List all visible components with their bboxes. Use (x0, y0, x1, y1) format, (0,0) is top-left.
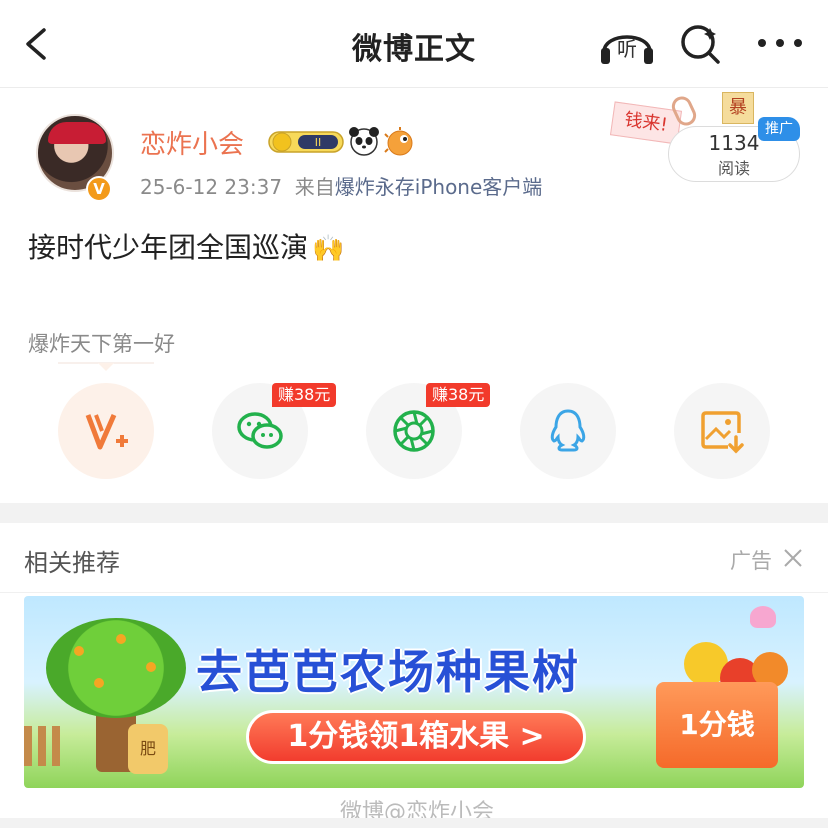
panda-icon[interactable] (348, 125, 380, 157)
pufferfish-icon[interactable] (384, 127, 416, 157)
fruit-box: 1分钱 (656, 682, 778, 768)
v-plus-icon (85, 413, 128, 450)
save-image-button[interactable] (674, 383, 770, 479)
banner-cta-button[interactable]: 1分钱领1箱水果 > (246, 710, 586, 764)
verified-badge: V (86, 176, 112, 202)
topic-label[interactable]: 爆炸天下第一好 (28, 328, 175, 358)
svg-text:II: II (315, 136, 322, 149)
fence-graphic (24, 726, 64, 766)
earn-badge-wechat: 赚38元 (272, 383, 337, 407)
butterfly-icon (750, 606, 776, 628)
source-client-link[interactable]: 爆炸永存iPhone客户端 (335, 175, 543, 199)
qq-icon (550, 409, 586, 452)
username[interactable]: 恋炸小会 (140, 124, 244, 161)
fruit-dot (146, 662, 156, 672)
more-options-icon[interactable] (756, 28, 804, 58)
bao-sticker: 暴 (722, 92, 754, 124)
banner-headline: 去芭芭农场种果树 (196, 645, 580, 699)
post-text: 接时代少年团全国巡演 (28, 231, 309, 264)
save-image-icon (701, 411, 744, 454)
fertilizer-bag: 肥 (128, 724, 168, 774)
promote-tag[interactable]: 推广 (758, 117, 800, 141)
related-title: 相关推荐 (24, 549, 120, 577)
raised-hands-emoji: 🙌 (312, 234, 345, 264)
ad-banner[interactable]: 肥 去芭芭农场种果树 1分钱领1箱水果 > 1分钱 (24, 596, 804, 788)
fruit-tree-graphic (46, 618, 186, 718)
read-label: 阅读 (717, 159, 750, 178)
repost-v-button[interactable] (58, 383, 154, 479)
from-prefix: 来自 (294, 175, 335, 199)
ad-label: 广告 (730, 549, 772, 573)
topic-pointer (58, 362, 154, 371)
post-content: 接时代少年团全国巡演 🙌 (28, 226, 344, 266)
wechat-icon (237, 412, 283, 449)
fruit-dot (74, 646, 84, 656)
post-meta: 25-6-12 23:37 来自爆炸永存iPhone客户端 (140, 171, 542, 200)
section-separator (0, 503, 828, 523)
share-qq-button[interactable] (520, 383, 616, 479)
top-nav-bar: 微博正文 听 (0, 0, 828, 88)
fruit-dot (116, 634, 126, 644)
related-header: 相关推荐 广告 (0, 523, 828, 593)
earn-badge-moments: 赚38元 (426, 383, 491, 407)
search-icon[interactable] (678, 22, 724, 66)
bottom-strip (0, 818, 828, 828)
listen-label: 听 (617, 37, 637, 61)
fruit-dot (94, 678, 104, 688)
membership-rank-badge-icon[interactable]: II (268, 129, 344, 155)
close-icon[interactable] (782, 547, 804, 569)
moments-icon (393, 410, 435, 452)
post-timestamp: 25-6-12 23:37 (140, 175, 283, 199)
